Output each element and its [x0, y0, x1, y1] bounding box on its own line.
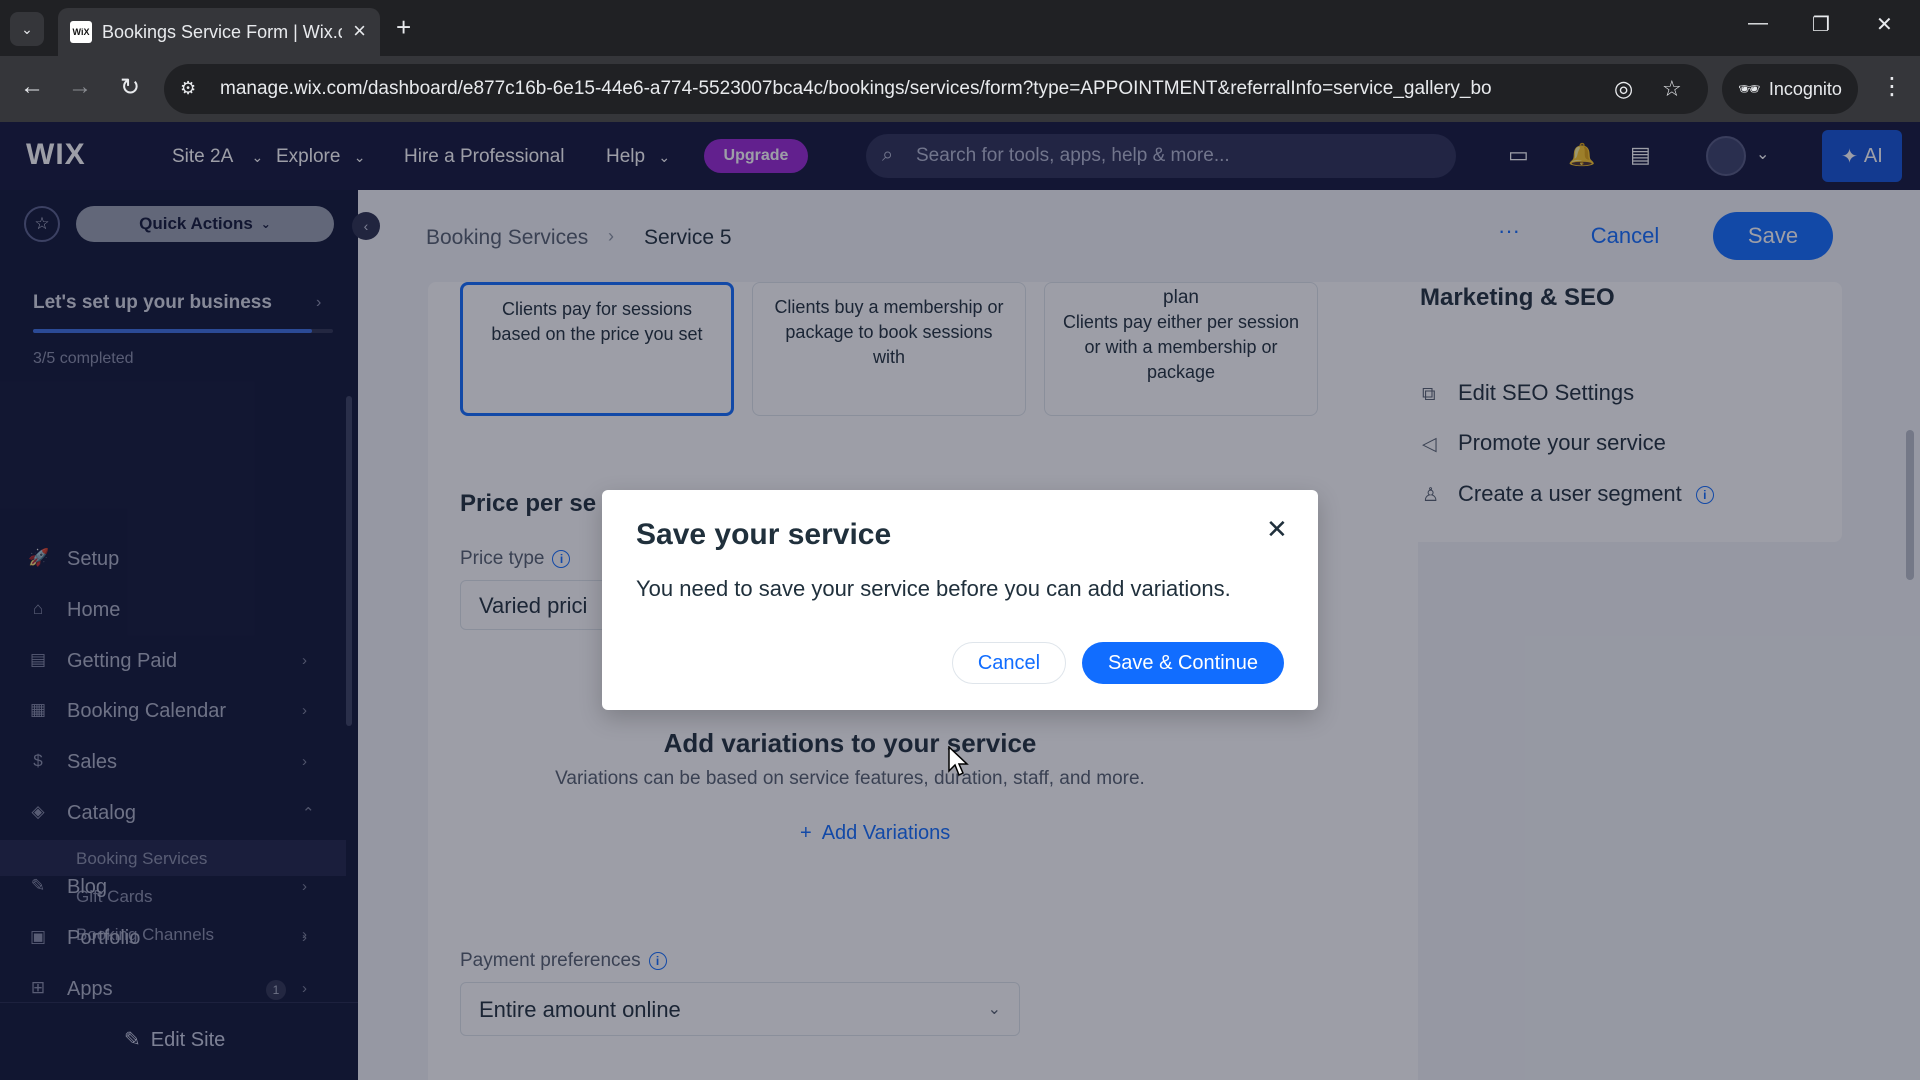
window-close-icon[interactable]: ✕ [1876, 12, 1893, 37]
incognito-icon: 🕶 [1738, 78, 1761, 99]
eye-off-icon[interactable]: ◎ [1614, 76, 1633, 102]
reload-icon[interactable]: ↻ [120, 73, 140, 102]
incognito-label: Incognito [1768, 78, 1842, 99]
bookmark-star-icon[interactable]: ☆ [1662, 76, 1682, 102]
save-service-dialog: Save your service ✕ You need to save you… [602, 490, 1318, 710]
browser-tab[interactable]: WiX Bookings Service Form | Wix.co × [58, 8, 380, 56]
mouse-cursor-icon [948, 746, 969, 777]
dialog-title: Save your service [636, 518, 892, 551]
new-tab-icon[interactable]: + [396, 12, 411, 43]
save-continue-button[interactable]: Save & Continue [1082, 642, 1284, 684]
address-bar[interactable]: ⚙ manage.wix.com/dashboard/e877c16b-6e15… [164, 64, 1708, 114]
browser-toolbar: ← → ↻ ⚙ manage.wix.com/dashboard/e877c16… [0, 56, 1920, 122]
restore-icon[interactable]: ❐ [1812, 12, 1830, 37]
minimize-icon[interactable]: — [1748, 12, 1768, 35]
browser-menu-icon[interactable]: ⋮ [1880, 72, 1904, 101]
forward-icon[interactable]: → [68, 73, 92, 101]
tab-close-icon[interactable]: × [353, 18, 366, 44]
tab-title: Bookings Service Form | Wix.co [102, 22, 342, 42]
url-text[interactable]: manage.wix.com/dashboard/e877c16b-6e15-4… [220, 78, 1492, 100]
site-info-icon[interactable]: ⚙ [180, 78, 196, 99]
dialog-message: You need to save your service before you… [636, 576, 1231, 601]
incognito-indicator[interactable]: 🕶 Incognito [1722, 64, 1858, 114]
close-icon[interactable]: ✕ [1266, 514, 1288, 545]
back-icon[interactable]: ← [20, 73, 44, 101]
wix-favicon-icon: WiX [70, 21, 92, 43]
dialog-cancel-button[interactable]: Cancel [952, 642, 1066, 684]
tab-search-button[interactable]: ⌄ [10, 12, 44, 46]
browser-tab-bar: ⌄ WiX Bookings Service Form | Wix.co × +… [0, 0, 1920, 56]
